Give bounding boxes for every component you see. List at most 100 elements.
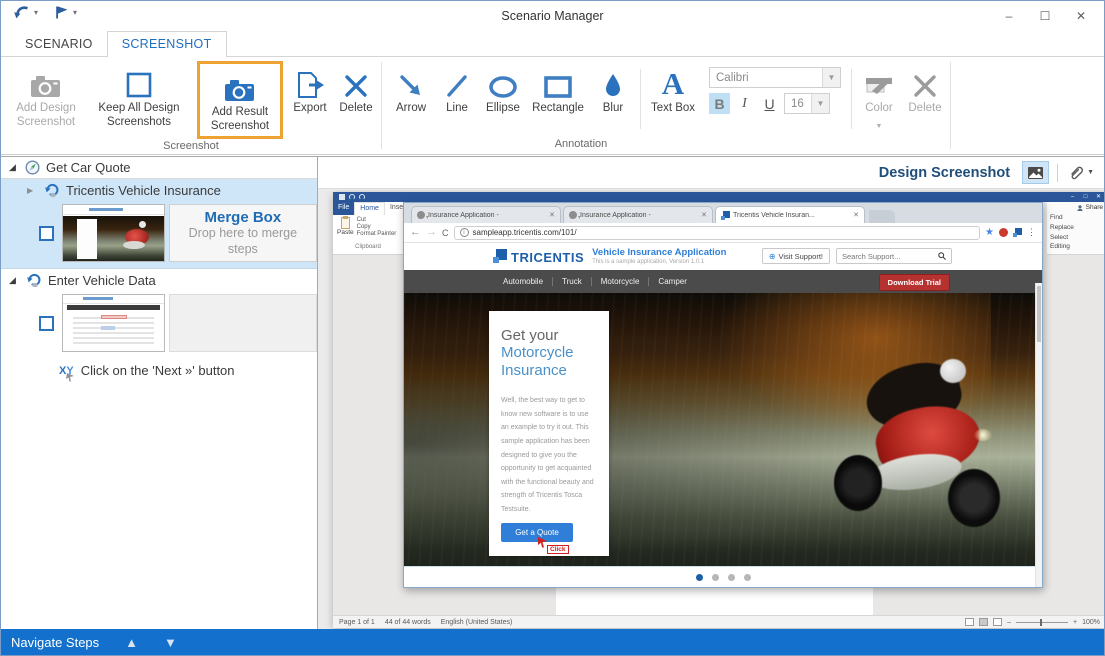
- step-click-next[interactable]: XY Click on the 'Next »' button: [1, 358, 317, 383]
- word-word-count: 44 of 44 words: [385, 619, 431, 626]
- rectangle-tool-button[interactable]: Rectangle: [526, 61, 590, 118]
- reload-icon: C: [442, 228, 449, 238]
- text-box-button[interactable]: A Text Box: [645, 61, 701, 118]
- add-result-screenshot-button[interactable]: Add Result Screenshot: [204, 65, 276, 135]
- embedded-chrome-window: Insurance Application - ✕ Insurance Appl…: [403, 202, 1043, 588]
- new-tab-button: [869, 210, 895, 223]
- print-layout-icon: [979, 618, 988, 626]
- word-format-painter: Format Painter: [357, 231, 397, 237]
- arrow-tool-button[interactable]: Arrow: [388, 61, 434, 118]
- navigate-down-button[interactable]: ▼: [164, 635, 177, 650]
- site-subtitle: This is a sample application, Version 1.…: [592, 259, 726, 265]
- italic-button[interactable]: I: [734, 93, 755, 114]
- ribbon-separator: [950, 62, 951, 149]
- tab-screenshot[interactable]: SCREENSHOT: [107, 31, 227, 57]
- download-trial-button: Download Trial: [879, 274, 950, 291]
- undo-icon: [349, 194, 355, 200]
- delete-screenshot-button[interactable]: Delete: [333, 61, 379, 118]
- screenshot-group-label: Screenshot: [1, 139, 381, 156]
- chrome-tab-1: Insurance Application - ✕: [411, 206, 561, 223]
- maximize-button[interactable]: ☐: [1030, 5, 1060, 27]
- font-size-select[interactable]: 16 ▼: [784, 93, 830, 114]
- word-tab-file: File: [333, 202, 354, 215]
- step1-checkbox[interactable]: [39, 226, 54, 241]
- export-button[interactable]: Export: [287, 61, 333, 118]
- address-bar: i sampleapp.tricentis.com/101/: [454, 226, 981, 240]
- image-view-button[interactable]: [1022, 161, 1049, 184]
- info-icon: i: [460, 228, 469, 237]
- hero-card: Get your Motorcycle Insurance Well, the …: [489, 311, 609, 556]
- tricentis-logo: TRICENTIS Vehicle Insurance Application …: [493, 247, 726, 265]
- font-family-select[interactable]: Calibri ▼: [709, 67, 841, 88]
- word-select: Select: [1050, 233, 1103, 243]
- underline-button[interactable]: U: [759, 93, 780, 114]
- forward-icon: →: [426, 227, 437, 238]
- navigate-up-button[interactable]: ▲: [125, 635, 138, 650]
- font-panel: Calibri ▼ B I U 16 ▼: [701, 61, 847, 114]
- chevron-down-icon[interactable]: ▼: [811, 94, 829, 113]
- line-tool-button[interactable]: Line: [434, 61, 480, 118]
- image-icon: [1027, 166, 1044, 180]
- square-outline-icon: [125, 65, 153, 99]
- adblock-extension-icon: [999, 228, 1008, 237]
- rerun-step-icon: [43, 182, 60, 198]
- xy-click-icon: XY: [59, 365, 74, 377]
- merge-box-title: Merge Box: [205, 209, 282, 226]
- tab-close-icon: ✕: [853, 211, 859, 219]
- read-mode-icon: [965, 618, 974, 626]
- person-icon: [1077, 205, 1083, 211]
- add-design-screenshot-button[interactable]: Add Design Screenshot: [7, 61, 85, 131]
- arrow-icon: [398, 65, 424, 99]
- delete-annotation-button[interactable]: Delete: [902, 61, 948, 118]
- droplet-icon: [604, 65, 622, 99]
- expand-triangle-icon[interactable]: ◢: [9, 275, 19, 286]
- bold-button[interactable]: B: [709, 93, 730, 114]
- window-controls: – ☐ ✕: [994, 5, 1096, 27]
- word-paste-button: Paste: [337, 217, 354, 243]
- step2-screenshot-thumbnail[interactable]: [62, 294, 165, 352]
- browser-scrollbar: [1035, 283, 1042, 587]
- word-title-bar: –□✕: [333, 192, 1105, 202]
- step2-checkbox[interactable]: [39, 316, 54, 331]
- tab-scenario[interactable]: SCENARIO: [11, 32, 107, 57]
- step1-screenshot-thumbnail[interactable]: [62, 204, 165, 262]
- scenario-title: Get Car Quote: [46, 160, 131, 175]
- window-title: Scenario Manager: [1, 9, 1104, 23]
- blur-tool-button[interactable]: Blur: [590, 61, 636, 118]
- embedded-word-window: –□✕ File Home Insert Paste Cut Copy Form…: [333, 192, 1105, 628]
- color-button[interactable]: Color ▼: [856, 61, 902, 132]
- expand-triangle-icon[interactable]: ◢: [9, 162, 19, 173]
- close-button[interactable]: ✕: [1066, 5, 1096, 27]
- navigate-steps-label: Navigate Steps: [11, 635, 99, 650]
- ellipse-tool-button[interactable]: Ellipse: [480, 61, 526, 118]
- chevron-down-icon: ▼: [876, 123, 883, 130]
- chrome-tab-2: Insurance Application - ✕: [563, 206, 713, 223]
- collapse-triangle-icon[interactable]: ▶: [27, 186, 37, 195]
- chrome-menu-icon: ⋮: [1027, 227, 1036, 238]
- annotation-group-label: Annotation: [382, 137, 950, 154]
- word-share-label: Share: [1086, 204, 1103, 211]
- result-screenshot-placeholder[interactable]: [169, 294, 317, 352]
- redo-icon: [359, 194, 365, 200]
- step-tricentis-vehicle-insurance[interactable]: ▶ Tricentis Vehicle Insurance: [1, 179, 317, 201]
- word-clipboard-group-label: Clipboard: [333, 244, 403, 250]
- export-icon: [295, 65, 325, 99]
- zoom-in-icon: +: [1073, 619, 1077, 626]
- chevron-down-icon[interactable]: ▼: [822, 68, 840, 87]
- tricentis-extension-icon: [1013, 228, 1022, 237]
- chrome-tab-bar: Insurance Application - ✕ Insurance Appl…: [404, 203, 1042, 223]
- hero-heading-top: Get your: [501, 327, 597, 344]
- attachments-button[interactable]: ▼: [1066, 163, 1096, 183]
- site-nav: Automobile Truck Motorcycle Camper Downl…: [404, 270, 1042, 293]
- minimize-button[interactable]: –: [994, 5, 1024, 27]
- step-enter-vehicle-data[interactable]: ◢ Enter Vehicle Data: [1, 269, 317, 291]
- scenario-node[interactable]: ◢ Get Car Quote: [1, 157, 317, 179]
- zoom-slider: [1016, 622, 1068, 623]
- screenshot-group: Add Design Screenshot Keep All Design Sc…: [1, 57, 381, 154]
- visit-support-button: ⊕Visit Support!: [762, 248, 830, 264]
- word-status-bar: Page 1 of 1 44 of 44 words English (Unit…: [333, 615, 1105, 628]
- chrome-toolbar: ← → C i sampleapp.tricentis.com/101/ ★ ⋮: [404, 223, 1042, 243]
- keep-all-design-screenshots-button[interactable]: Keep All Design Screenshots: [85, 61, 193, 131]
- ribbon-tab-row: SCENARIO SCREENSHOT: [1, 31, 1104, 57]
- merge-box-dropzone[interactable]: Merge Box Drop here to merge steps: [169, 204, 317, 262]
